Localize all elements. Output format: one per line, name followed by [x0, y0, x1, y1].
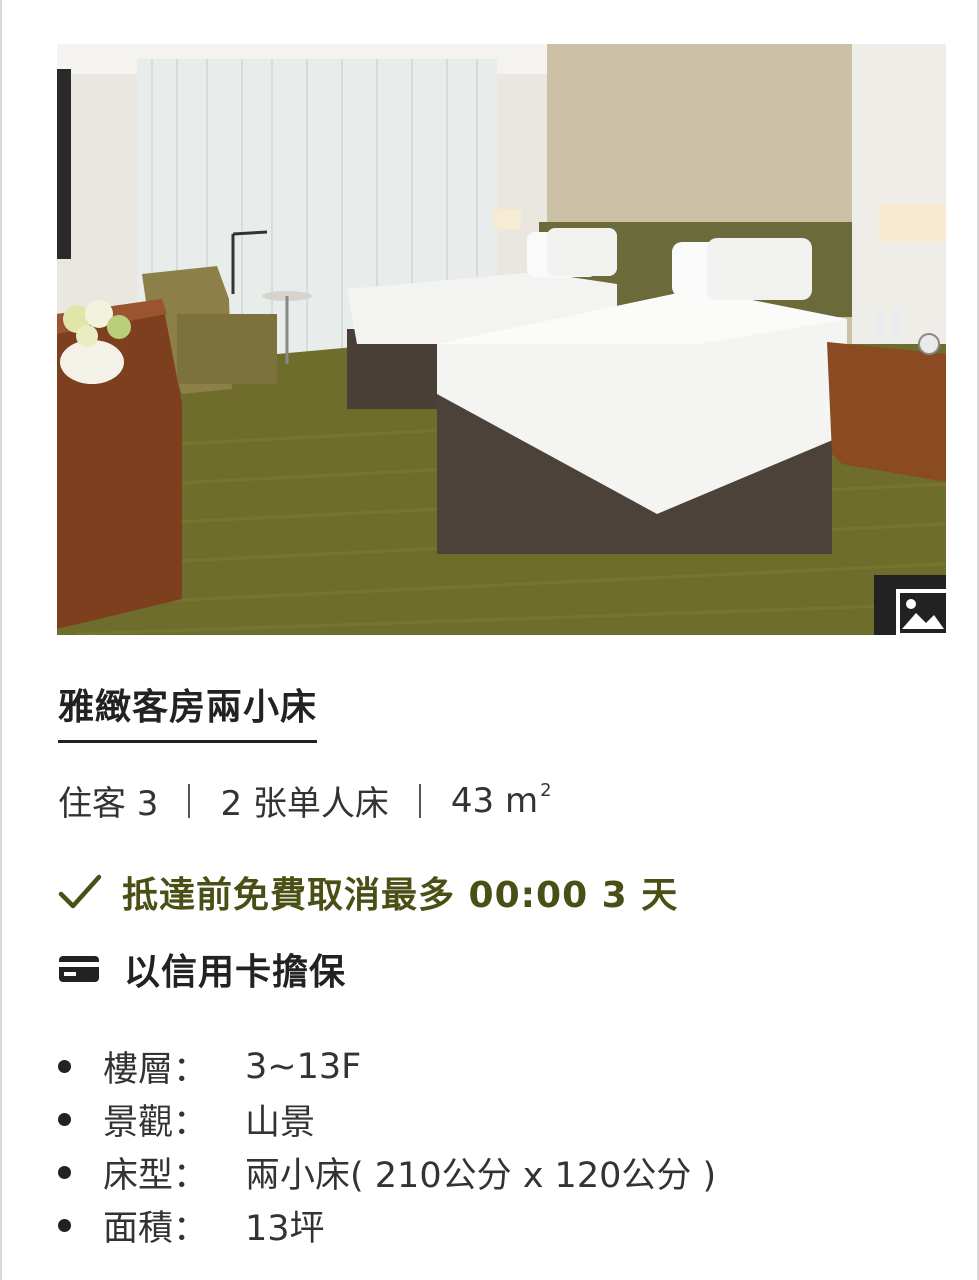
detail-key: 面積： [103, 1209, 209, 1249]
room-area-value: 43 m [450, 781, 539, 821]
bullet [58, 1060, 71, 1073]
spec-separator [418, 783, 421, 818]
room-details-list: 樓層： 3~13F 景觀： 山景 床型： 兩小床( 210公分 x 120公分 … [58, 1040, 716, 1252]
gallery-button[interactable] [874, 575, 946, 635]
detail-key: 床型： [103, 1156, 209, 1196]
cancellation-policy: 抵達前免費取消最多 00:00 3 天 [58, 866, 678, 918]
gallery-icon [896, 589, 946, 635]
credit-card-icon [59, 956, 99, 982]
room-specs: 住客 3 2 张单人床 43 m2 [58, 776, 552, 825]
list-item: 樓層： 3~13F [58, 1040, 716, 1093]
detail-value: 3~13F [245, 1046, 362, 1087]
room-title[interactable]: 雅緻客房兩小床 [58, 678, 318, 743]
cancellation-text: 抵達前免費取消最多 00:00 3 天 [122, 875, 679, 916]
detail-key: 樓層： [103, 1050, 209, 1090]
detail-value: 兩小床( 210公分 x 120公分 ) [245, 1156, 717, 1196]
detail-key: 景觀： [103, 1103, 209, 1143]
guarantee-text: 以信用卡擔保 [124, 952, 347, 993]
page-frame: 雅緻客房兩小床 住客 3 2 张单人床 43 m2 抵達前免費取消最多 00:0… [0, 0, 979, 1280]
list-item: 景觀： 山景 [58, 1093, 716, 1146]
check-icon [58, 874, 102, 909]
bullet [58, 1219, 71, 1232]
list-item: 床型： 兩小床( 210公分 x 120公分 ) [58, 1146, 716, 1199]
bed-info: 2 张单人床 [220, 784, 389, 824]
room-area-unit: 2 [540, 780, 552, 801]
detail-value: 山景 [245, 1103, 316, 1143]
room-area: 43 m2 [451, 780, 552, 821]
bullet [58, 1113, 71, 1126]
room-photo[interactable] [57, 44, 946, 635]
list-item: 面積： 13坪 [58, 1199, 716, 1252]
guests-count: 住客 3 [58, 784, 159, 824]
payment-guarantee: 以信用卡擔保 [58, 943, 346, 995]
detail-value: 13坪 [245, 1209, 325, 1249]
spec-separator [188, 783, 191, 818]
bullet [58, 1166, 71, 1179]
room-photo-illustration [57, 44, 946, 635]
